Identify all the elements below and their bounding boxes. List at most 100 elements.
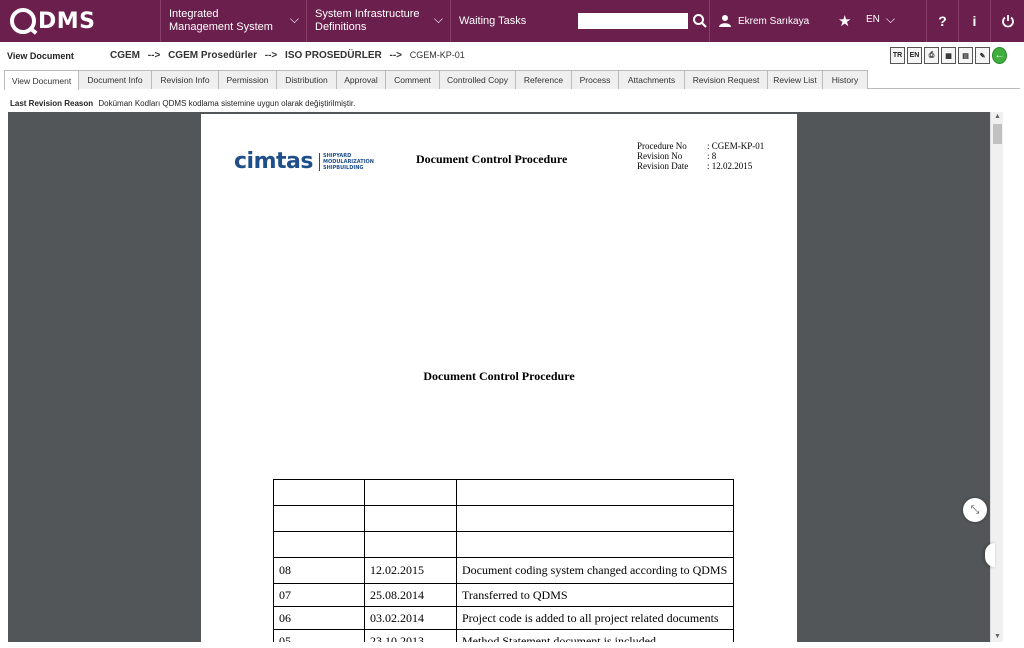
- table-cell: Method Statement document is included: [456, 629, 734, 642]
- table-row: 07 25.08.2014 Transferred to QDMS: [273, 583, 734, 607]
- nav-system-infrastructure-definitions[interactable]: System Infrastructure Definitions ⌵: [306, 0, 451, 42]
- clipboard-icon[interactable]: ▤: [958, 47, 973, 64]
- tab-process[interactable]: Process: [571, 70, 619, 89]
- breadcrumb-item[interactable]: CGEM Prosedürler: [168, 50, 257, 61]
- edit-document-icon[interactable]: ✎: [975, 47, 990, 64]
- breadcrumb-item[interactable]: CGEM: [110, 50, 140, 61]
- help-button[interactable]: ?: [926, 0, 958, 42]
- breadcrumb-separator: -->: [264, 50, 278, 61]
- table-cell: 08: [273, 557, 365, 584]
- document-header-title: Document Control Procedure: [416, 152, 568, 166]
- table-cell: [364, 505, 457, 532]
- document-tabs: View Document Document Info Revision Inf…: [4, 70, 1020, 90]
- meta-value: : 12.02.2015: [707, 161, 753, 171]
- print-icon[interactable]: ⎙: [924, 47, 939, 64]
- user-icon: [719, 15, 731, 27]
- chevron-down-icon: ⌵: [289, 12, 299, 26]
- nav-item-label: Integrated Management System: [169, 8, 273, 33]
- meta-key: Revision Date: [637, 161, 689, 171]
- revision-history-table: 08 12.02.2015 Document coding system cha…: [273, 479, 734, 642]
- brand-name: cimtas: [234, 149, 313, 174]
- tab-permission[interactable]: Permission: [218, 70, 277, 89]
- tab-history[interactable]: History: [822, 70, 868, 89]
- collapse-icon: ⤡: [970, 503, 980, 516]
- search-input[interactable]: [578, 13, 688, 29]
- search-icon[interactable]: [692, 13, 708, 29]
- table-cell: 25.08.2014: [364, 583, 457, 607]
- language-selector[interactable]: EN: [866, 14, 880, 25]
- info-button[interactable]: i: [958, 0, 990, 42]
- logo-text: DMS: [38, 8, 96, 34]
- breadcrumb-bar: View Document CGEM --> CGEM Prosedürler …: [0, 42, 1024, 70]
- breadcrumb-separator: -->: [389, 50, 403, 61]
- table-cell: [273, 531, 365, 558]
- chevron-down-icon: ⌵: [433, 12, 443, 26]
- language-tr-button[interactable]: TR: [890, 47, 905, 64]
- table-cell: Transferred to QDMS: [456, 583, 734, 607]
- breadcrumb-item[interactable]: ISO PROSEDÜRLER: [285, 50, 382, 61]
- meta-value: : CGEM-KP-01: [707, 141, 765, 151]
- table-row: [273, 479, 734, 506]
- document-viewer[interactable]: cimtas SHIPYARD MODULARIZATION SHIPBUILD…: [8, 112, 990, 642]
- table-cell: 03.02.2014: [364, 606, 457, 630]
- document-main-title: Document Control Procedure: [423, 369, 575, 383]
- breadcrumb-current: CGEM-KP-01: [409, 50, 465, 60]
- table-cell: [456, 479, 734, 506]
- tab-controlled-copy[interactable]: Controlled Copy: [439, 70, 516, 89]
- tab-view-document[interactable]: View Document: [4, 70, 79, 90]
- chevron-down-icon[interactable]: ⌵: [886, 12, 895, 27]
- nav-item-label: System Infrastructure Definitions: [315, 8, 420, 33]
- table-row: [273, 531, 734, 558]
- meta-value: : 8: [707, 151, 717, 161]
- language-en-button[interactable]: EN: [907, 47, 922, 64]
- meta-row: Revision Date : 12.02.2015: [637, 161, 764, 171]
- tab-comment[interactable]: Comment: [385, 70, 440, 89]
- revision-reason-label: Last Revision Reason: [10, 99, 94, 108]
- user-menu[interactable]: Ekrem Sarıkaya: [709, 0, 829, 42]
- back-arrow-icon[interactable]: ←: [992, 47, 1007, 64]
- document-page: cimtas SHIPYARD MODULARIZATION SHIPBUILD…: [201, 114, 797, 642]
- table-cell: [273, 479, 365, 506]
- user-name: Ekrem Sarıkaya: [738, 15, 810, 27]
- table-cell: 07: [273, 583, 365, 607]
- tab-review-list[interactable]: Review List: [767, 70, 823, 89]
- logout-button[interactable]: [990, 0, 1024, 42]
- table-cell: 05: [273, 629, 365, 642]
- printer-settings-icon[interactable]: ▦: [941, 47, 956, 64]
- nav-waiting-tasks[interactable]: Waiting Tasks: [450, 0, 570, 42]
- tab-document-info[interactable]: Document Info: [78, 70, 152, 89]
- page-title: View Document: [7, 51, 74, 61]
- nav-item-label: Waiting Tasks: [459, 14, 527, 27]
- table-cell: 06: [273, 606, 365, 630]
- tab-approval[interactable]: Approval: [336, 70, 386, 89]
- favorites-star-icon[interactable]: ★: [838, 12, 851, 30]
- table-row: 06 03.02.2014 Project code is added to a…: [273, 606, 734, 630]
- breadcrumb: CGEM --> CGEM Prosedürler --> ISO PROSED…: [110, 50, 465, 61]
- table-cell: Project code is added to all project rel…: [456, 606, 734, 630]
- power-icon: [1001, 15, 1014, 28]
- last-revision-reason: Last Revision Reason Doküman Kodları QDM…: [10, 99, 355, 108]
- scroll-up-arrow-icon[interactable]: ▲: [994, 113, 1001, 120]
- breadcrumb-separator: -->: [147, 50, 161, 61]
- tab-attachments[interactable]: Attachments: [618, 70, 685, 89]
- tab-revision-request[interactable]: Revision Request: [684, 70, 768, 89]
- top-navigation-bar: DMS Integrated Management System ⌵ Syste…: [0, 0, 1024, 42]
- nav-integrated-management-system[interactable]: Integrated Management System ⌵: [160, 0, 307, 42]
- tab-revision-info[interactable]: Revision Info: [151, 70, 219, 89]
- meta-key: Revision No: [637, 151, 683, 161]
- brand-sub-line: SHIPBUILDING: [322, 164, 364, 171]
- revision-reason-text: Doküman Kodları QDMS kodlama sistemine u…: [98, 99, 356, 108]
- table-row: 08 12.02.2015 Document coding system cha…: [273, 557, 734, 584]
- tab-reference[interactable]: Reference: [515, 70, 572, 89]
- meta-row: Revision No : 8: [637, 151, 764, 161]
- tab-distribution[interactable]: Distribution: [276, 70, 337, 89]
- scroll-down-arrow-icon[interactable]: ▼: [994, 633, 1001, 640]
- table-row: [273, 505, 734, 532]
- meta-row: Procedure No : CGEM-KP-01: [637, 141, 764, 151]
- fullscreen-toggle-button[interactable]: ⤡: [963, 498, 987, 522]
- side-panel-toggle[interactable]: [985, 543, 995, 567]
- table-cell: 23.10.2013: [364, 629, 457, 642]
- qdms-logo[interactable]: DMS: [10, 7, 96, 35]
- scrollbar-thumb[interactable]: [993, 124, 1002, 144]
- document-meta: Procedure No : CGEM-KP-01 Revision No : …: [637, 141, 764, 171]
